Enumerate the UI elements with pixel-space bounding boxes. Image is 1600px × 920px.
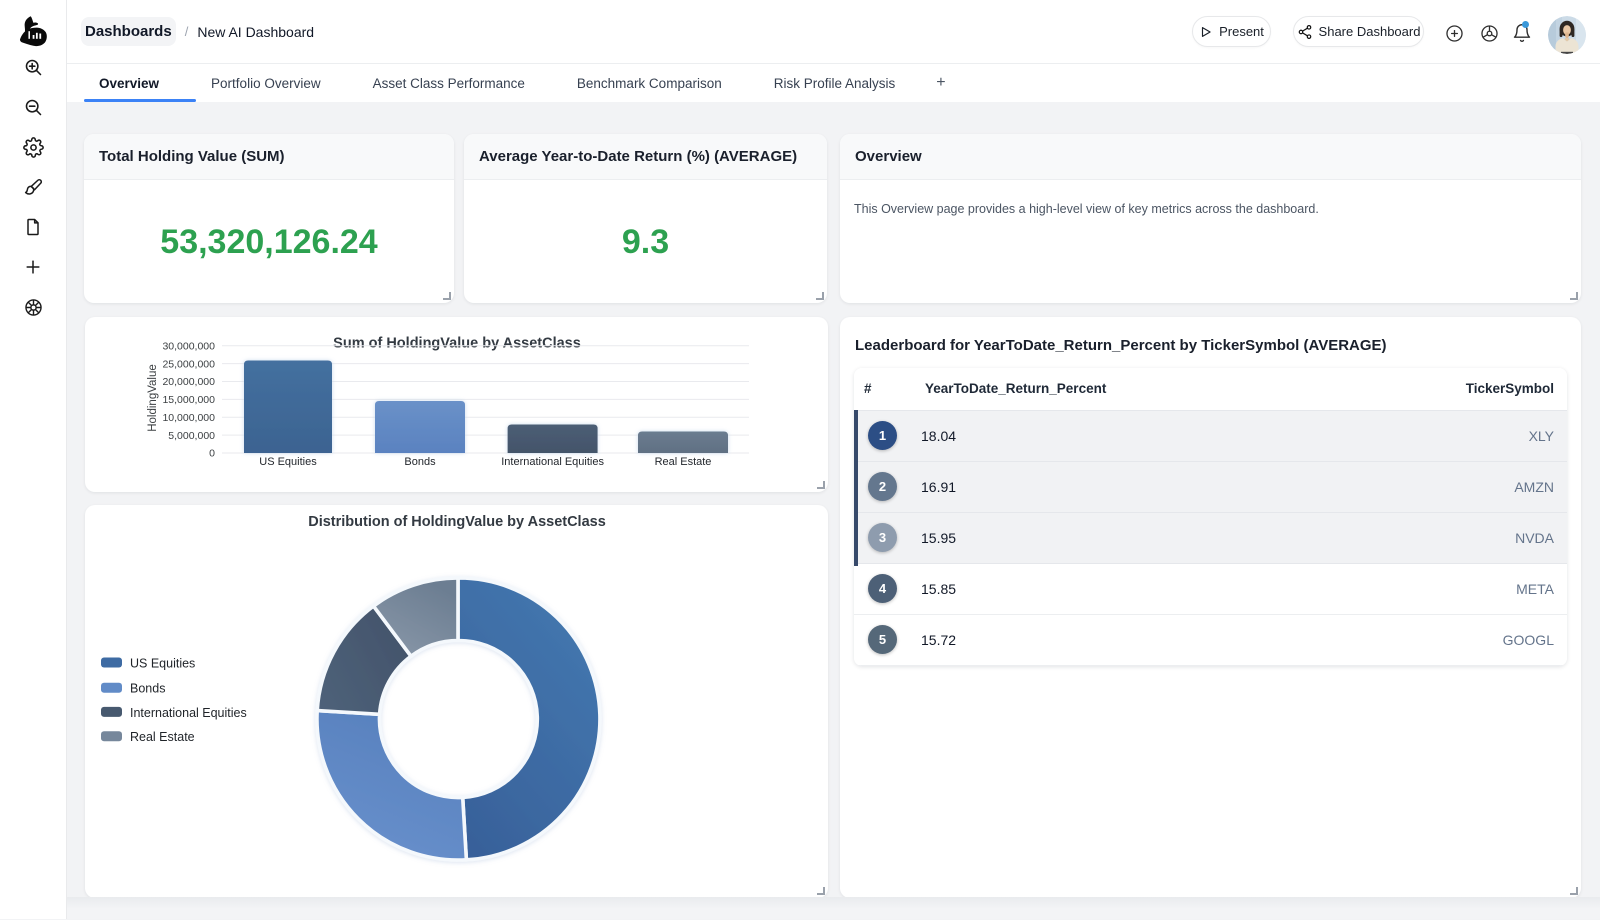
svg-text:10,000,000: 10,000,000 bbox=[162, 412, 215, 424]
svg-text:15,000,000: 15,000,000 bbox=[162, 394, 215, 406]
svg-text:HoldingValue: HoldingValue bbox=[147, 364, 159, 432]
svg-text:International Equities: International Equities bbox=[130, 706, 247, 720]
svg-text:30,000,000: 30,000,000 bbox=[162, 340, 215, 352]
svg-text:Real Estate: Real Estate bbox=[130, 730, 195, 744]
svg-text:International Equities: International Equities bbox=[501, 456, 604, 468]
svg-text:20,000,000: 20,000,000 bbox=[162, 376, 215, 388]
svg-text:Real Estate: Real Estate bbox=[655, 456, 712, 468]
svg-text:0: 0 bbox=[209, 448, 215, 460]
svg-text:Bonds: Bonds bbox=[404, 456, 436, 468]
svg-text:Distribution of HoldingValue b: Distribution of HoldingValue by AssetCla… bbox=[308, 514, 606, 530]
svg-text:Bonds: Bonds bbox=[130, 682, 165, 696]
svg-text:US Equities: US Equities bbox=[259, 456, 317, 468]
svg-text:25,000,000: 25,000,000 bbox=[162, 358, 215, 370]
svg-text:Sum of HoldingValue by AssetCl: Sum of HoldingValue by AssetClass bbox=[333, 336, 581, 352]
svg-text:US Equities: US Equities bbox=[130, 657, 195, 671]
svg-text:5,000,000: 5,000,000 bbox=[168, 430, 215, 442]
